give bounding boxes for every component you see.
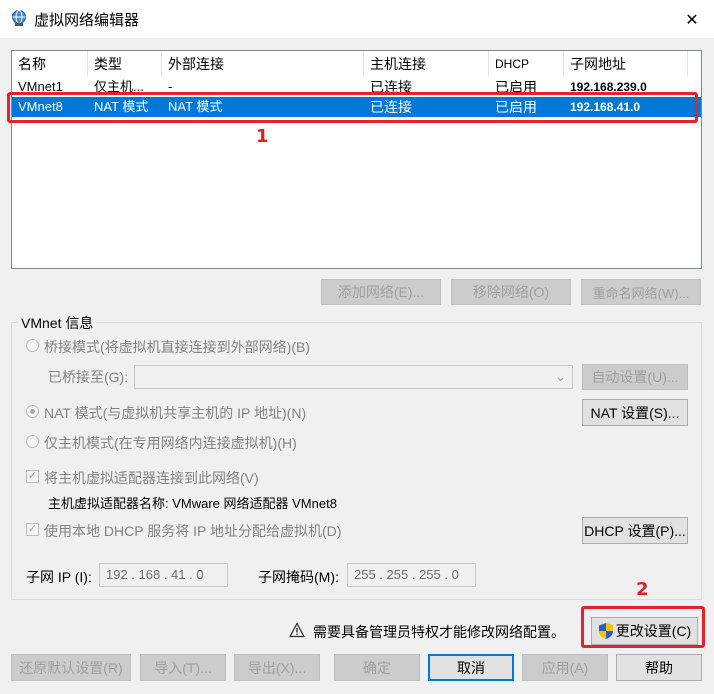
annotation-box-1 bbox=[7, 92, 698, 123]
auto-settings-button[interactable]: 自动设置(U)... bbox=[582, 364, 688, 390]
close-icon: ✕ bbox=[685, 9, 699, 29]
rename-network-button[interactable]: 重命名网络(W)... bbox=[581, 279, 701, 305]
nat-settings-button[interactable]: NAT 设置(S)... bbox=[582, 399, 688, 426]
bridged-to-select[interactable]: ⌄ bbox=[134, 365, 573, 389]
subnet-mask-label: 子网掩码(M): bbox=[258, 569, 339, 585]
column-header-dhcp[interactable]: DHCP bbox=[489, 51, 564, 77]
admin-warning-text: 需要具备管理员特权才能修改网络配置。 bbox=[313, 624, 565, 640]
warning-icon bbox=[289, 622, 305, 641]
column-header-host[interactable]: 主机连接 bbox=[364, 51, 489, 77]
window-title: 虚拟网络编辑器 bbox=[34, 12, 140, 29]
subnet-ip-input[interactable]: 192 . 168 . 41 . 0 bbox=[99, 563, 228, 587]
column-header-external[interactable]: 外部连接 bbox=[162, 51, 364, 77]
chevron-down-icon: ⌄ bbox=[555, 369, 566, 384]
subnet-mask-input[interactable]: 255 . 255 . 255 . 0 bbox=[347, 563, 476, 587]
dhcp-checkbox[interactable]: ✓ bbox=[26, 523, 39, 536]
export-button[interactable]: 导出(X)... bbox=[234, 654, 320, 681]
annotation-box-2 bbox=[581, 606, 705, 648]
subnet-ip-label: 子网 IP (I): bbox=[26, 569, 92, 585]
bridged-label: 桥接模式(将虚拟机直接连接到外部网络)(B) bbox=[44, 339, 310, 355]
column-header-type[interactable]: 类型 bbox=[88, 51, 162, 77]
nat-radio[interactable] bbox=[26, 405, 39, 418]
help-button[interactable]: 帮助 bbox=[616, 654, 702, 681]
add-network-button[interactable]: 添加网络(E)... bbox=[321, 279, 441, 305]
ok-button[interactable]: 确定 bbox=[334, 654, 420, 681]
annotation-marker-1: 1 bbox=[256, 126, 269, 147]
dhcp-settings-button[interactable]: DHCP 设置(P)... bbox=[582, 517, 688, 544]
adapter-name-label: 主机虚拟适配器名称: VMware 网络适配器 VMnet8 bbox=[48, 496, 337, 511]
connect-adapter-checkbox[interactable]: ✓ bbox=[26, 470, 39, 483]
column-header-subnet[interactable]: 子网地址 bbox=[564, 51, 688, 77]
apply-button[interactable]: 应用(A) bbox=[522, 654, 608, 681]
nat-label: NAT 模式(与虚拟机共享主机的 IP 地址)(N) bbox=[44, 405, 307, 421]
network-globe-icon bbox=[10, 9, 28, 27]
hostonly-radio[interactable] bbox=[26, 435, 39, 448]
network-list[interactable]: 名称 类型 外部连接 主机连接 DHCP 子网地址 VMnet1 仅主机... … bbox=[11, 50, 702, 269]
cancel-button[interactable]: 取消 bbox=[428, 654, 514, 681]
bridged-to-label: 已桥接至(G): bbox=[48, 369, 129, 385]
hostonly-label: 仅主机模式(在专用网络内连接虚拟机)(H) bbox=[44, 435, 297, 451]
remove-network-button[interactable]: 移除网络(O) bbox=[451, 279, 571, 305]
close-button[interactable]: ✕ bbox=[672, 3, 712, 35]
import-button[interactable]: 导入(T)... bbox=[140, 654, 226, 681]
column-header-name[interactable]: 名称 bbox=[12, 51, 88, 77]
connect-adapter-label: 将主机虚拟适配器连接到此网络(V) bbox=[44, 470, 259, 486]
annotation-marker-2: 2 bbox=[636, 579, 649, 600]
restore-defaults-button[interactable]: 还原默认设置(R) bbox=[11, 654, 131, 681]
dhcp-label: 使用本地 DHCP 服务将 IP 地址分配给虚拟机(D) bbox=[44, 523, 342, 539]
vmnet-info-title: VMnet 信息 bbox=[18, 313, 97, 333]
bridged-radio[interactable] bbox=[26, 339, 39, 352]
